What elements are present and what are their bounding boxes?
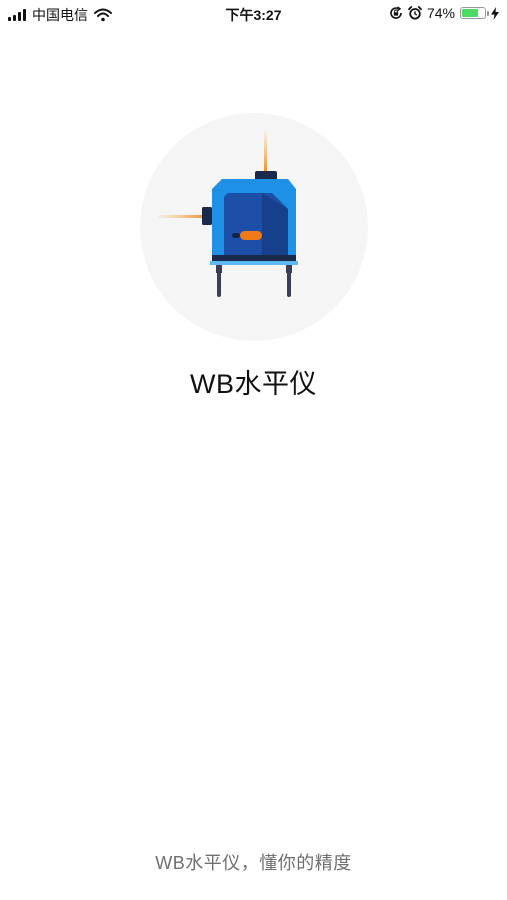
app-title: WB水平仪 <box>190 369 317 399</box>
battery-icon <box>460 7 489 19</box>
laser-level-icon <box>158 131 298 297</box>
battery-percent: 74% <box>426 5 455 21</box>
status-bar: 中国电信 下午3:27 74% <box>0 0 507 28</box>
lock-rotation-icon <box>390 6 402 19</box>
battery-fill <box>462 9 479 17</box>
charging-icon <box>491 6 499 20</box>
slogan-text: WB水平仪，懂你的精度 <box>155 853 352 873</box>
status-bar-right: 74% <box>389 5 499 21</box>
alarm-icon <box>408 6 422 20</box>
